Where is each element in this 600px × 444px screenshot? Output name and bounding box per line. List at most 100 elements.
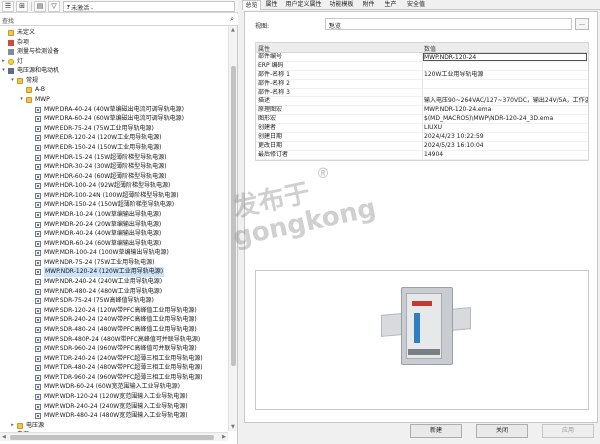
tree-node[interactable]: MWP.EDR-150-24 (150W工业用导轨电源) xyxy=(0,143,228,153)
tab-2[interactable]: 用户定义属性 xyxy=(282,0,325,10)
tree-node[interactable]: MWP.NDR-120-24 (120W工业用导轨电源) xyxy=(0,267,228,278)
tree-node[interactable]: ▾ 常规 xyxy=(0,76,228,86)
property-value[interactable]: 14904 xyxy=(424,151,588,160)
tree-node[interactable]: MWP.DRA-40-24 (40W草编磁出电流可调导轨电源) xyxy=(0,105,228,115)
tree-node[interactable]: MWP.MDR-10-24 (10W草编输出导轨电源) xyxy=(0,210,228,220)
expanded-twisty-icon[interactable]: ▾ xyxy=(1,66,6,76)
tree-node[interactable]: MWP.WDR-240-24 (240W宽范围输入工业导轨电源) xyxy=(0,402,228,412)
search-input[interactable] xyxy=(2,15,222,25)
tree-node[interactable]: MWP.SDR-480P-24 (480W带PFC高峰值可并联导轨电源) xyxy=(0,335,228,345)
tab-1[interactable]: 属性 xyxy=(262,0,281,10)
chevron-down-icon: ▾ xyxy=(67,3,71,10)
brand-logo-mark xyxy=(412,301,432,306)
tree-node[interactable]: MWP.DRA-60-24 (60W草编磁出电流可调导轨电源) xyxy=(0,114,228,124)
tab-4[interactable]: 附件 xyxy=(358,0,379,10)
table-row[interactable]: ERP 编码 xyxy=(256,61,588,71)
tree-node[interactable]: ▸ 电压源 xyxy=(0,421,228,431)
property-value[interactable]: MWP.NDR-120-24.ema xyxy=(424,106,588,115)
tree-node[interactable]: MWP.WDR-60-24 (60W宽范围输入工业导轨电源) xyxy=(0,382,228,392)
expanded-twisty-icon[interactable]: ▾ xyxy=(19,95,24,105)
property-value[interactable]: 输入电压90~264VAC/127~370VDC，输出24V/5A，工作温度-.… xyxy=(424,97,588,106)
property-value[interactable]: 2024/5/23 16:10:04 xyxy=(424,142,588,151)
tree-node[interactable]: MWP.WDR-480-24 (480W宽范围输入工业导轨电源) xyxy=(0,411,228,421)
tree-node[interactable]: MWP.SDR-240-24 (240W带PFC高峰值工业用导轨电源) xyxy=(0,315,228,325)
tree-node[interactable]: ▾ MWP xyxy=(0,95,228,105)
tab-6[interactable]: 安全值 xyxy=(402,0,430,10)
tree-node[interactable]: MWP.NDR-75-24 (75W工业用导轨电源) xyxy=(0,258,228,268)
tree-node[interactable]: MWP.SDR-120-24 (120W带PFC高峰值工业用导轨电源) xyxy=(0,306,228,316)
tree-node[interactable]: MWP.WDR-120-24 (120W宽范围输入工业导轨电源) xyxy=(0,392,228,402)
tree-node[interactable]: MWP.HDR-100-24N (100W超薄阶梯型导轨电源) xyxy=(0,191,228,201)
tree-node[interactable]: MWP.TDR-480-24 (480W带PFC超薄三相工业用导轨电源) xyxy=(0,363,228,373)
column-view-icon[interactable]: ▤ xyxy=(34,1,46,12)
list-view-icon[interactable]: ☰ xyxy=(2,1,14,12)
tree-node[interactable]: MWP.NDR-240-24 (240W工业用导轨电源) xyxy=(0,277,228,287)
table-row[interactable]: 部件-名称 2 xyxy=(256,79,588,89)
collapsed-twisty-icon[interactable]: ▸ xyxy=(10,421,15,431)
scroll-left-icon[interactable]: ◀ xyxy=(2,434,6,440)
scroll-down-icon[interactable]: ▼ xyxy=(231,424,235,430)
new-button[interactable]: 新建 xyxy=(410,424,462,438)
expanded-twisty-icon[interactable]: ▾ xyxy=(10,76,15,86)
table-row[interactable]: 最后修订者 14904 xyxy=(256,150,588,160)
filter-icon[interactable]: ▽ xyxy=(48,1,60,12)
tree-node[interactable]: MWP.MDR-100-24 (100W草编输出导轨电源) xyxy=(0,248,228,258)
tree-view-icon[interactable]: ⊞ xyxy=(16,1,28,12)
tree-node-label: MWP.WDR-120-24 (120W宽范围输入工业导轨电源) xyxy=(44,392,188,400)
tab-0[interactable]: 总览 xyxy=(242,0,261,10)
close-button[interactable]: 关闭 xyxy=(476,424,528,438)
apply-button[interactable]: 应用 xyxy=(542,424,594,438)
table-row[interactable]: 部件-名称 1 120W工业用导轨电源 xyxy=(256,70,588,80)
tree-node[interactable]: MWP.SDR-75-24 (75W高峰值导轨电源) xyxy=(0,296,228,306)
table-row[interactable]: 创建者 LIUXU xyxy=(256,124,588,134)
collapsed-twisty-icon[interactable]: ▸ xyxy=(1,57,6,67)
tree-node[interactable]: A-B xyxy=(0,85,228,95)
property-value[interactable]: $(MD_MACROS)\MWP\NDR-120-24_3D.ema xyxy=(424,115,588,124)
property-value[interactable]: 2024/4/23 10:22:59 xyxy=(424,133,588,142)
tree-node[interactable]: MWP.SDR-480-24 (480W带PFC高峰值工业用导轨电源) xyxy=(0,325,228,335)
filter-combo[interactable]: - 未激活 - ▾ xyxy=(63,1,235,12)
table-row[interactable]: 部件编号 MWP.NDR-120-24 xyxy=(256,53,588,62)
view-select[interactable]: 总览 ▾ xyxy=(325,18,572,30)
tree-node[interactable]: MWP.MDR-40-24 (40W草编输出导轨电源) xyxy=(0,229,228,239)
tree-node[interactable]: 测量与检测设备 xyxy=(0,47,228,57)
property-value[interactable]: 120W工业用导轨电源 xyxy=(424,71,588,80)
tab-5[interactable]: 生产 xyxy=(380,0,401,10)
tree-node[interactable]: MWP.EDR-75-24 (75W工业用导轨电源) xyxy=(0,124,228,134)
tree-horizontal-scrollbar[interactable]: ◀ ▶ xyxy=(0,432,228,441)
tree-node[interactable]: MWP.HDR-15-24 (15W超薄阶梯型导轨电源) xyxy=(0,153,228,163)
property-value[interactable]: MWP.NDR-120-24 xyxy=(423,53,587,61)
search-icon[interactable]: ⌕ xyxy=(230,15,234,24)
tree-node[interactable]: ▾ 电压源和电动机 xyxy=(0,66,228,76)
tree-node[interactable]: MWP.TDR-240-24 (240W带PFC超薄三相工业用导轨电源) xyxy=(0,354,228,364)
tree-node[interactable]: MWP.HDR-30-24 (30W超薄阶梯型导轨电源) xyxy=(0,162,228,172)
table-row[interactable]: 描述 输入电压90~264VAC/127~370VDC，输出24V/5A，工作温度… xyxy=(256,97,588,107)
table-row[interactable]: 图形宏 $(MD_MACROS)\MWP\NDR-120-24_3D.ema xyxy=(256,115,588,125)
tree-node[interactable]: MWP.HDR-60-24 (60W超薄阶梯型导轨电源) xyxy=(0,172,228,182)
tab-3[interactable]: 功能模板 xyxy=(326,0,357,10)
plug-icon xyxy=(8,68,14,75)
tree-node[interactable]: MWP.SDR-960-24 (960W带PFC高峰值可并联导轨电源) xyxy=(0,344,228,354)
tree-node[interactable]: 杂项 xyxy=(0,38,228,48)
property-value[interactable]: LIUXU xyxy=(424,124,588,133)
folder-icon xyxy=(26,97,32,104)
tree-node[interactable]: MWP.HDR-100-24 (92W超薄阶梯型导轨电源) xyxy=(0,181,228,191)
tree-node[interactable]: MWP.EDR-120-24 (120W工业用导轨电源) xyxy=(0,133,228,143)
chevron-down-icon: ▾ xyxy=(329,21,333,28)
scroll-up-icon[interactable]: ▲ xyxy=(231,27,235,33)
tree-node[interactable]: MWP.MDR-20-24 (20W草编输出导轨电源) xyxy=(0,220,228,230)
tree-node[interactable]: MWP.MDR-60-24 (60W草编输出导轨电源) xyxy=(0,239,228,249)
tree-node-label: MWP.NDR-480-24 (480W工业用导轨电源) xyxy=(44,287,163,295)
view-more-button[interactable]: ... xyxy=(575,18,589,30)
tree-node[interactable]: MWP.NDR-480-24 (480W工业用导轨电源) xyxy=(0,287,228,297)
tree-node[interactable]: 未定义 xyxy=(0,28,228,38)
table-row[interactable]: 创建日期 2024/4/23 10:22:59 xyxy=(256,133,588,142)
table-row[interactable]: 更改日期 2024/5/23 16:10:04 xyxy=(256,141,588,151)
tree-node[interactable]: MWP.TDR-960-24 (960W带PFC超薄三相工业用导轨电源) xyxy=(0,373,228,383)
scroll-right-icon[interactable]: ▶ xyxy=(222,434,226,440)
tree-node[interactable]: MWP.HDR-150-24 (150W超薄阶梯型导轨电源) xyxy=(0,200,228,210)
table-row[interactable]: 原理图宏 MWP.NDR-120-24.ema xyxy=(256,106,588,116)
table-row[interactable]: 部件-名称 3 xyxy=(256,88,588,98)
scrollbar-thumb[interactable] xyxy=(10,435,214,440)
tree-node[interactable]: ▸ 灯 xyxy=(0,57,228,67)
